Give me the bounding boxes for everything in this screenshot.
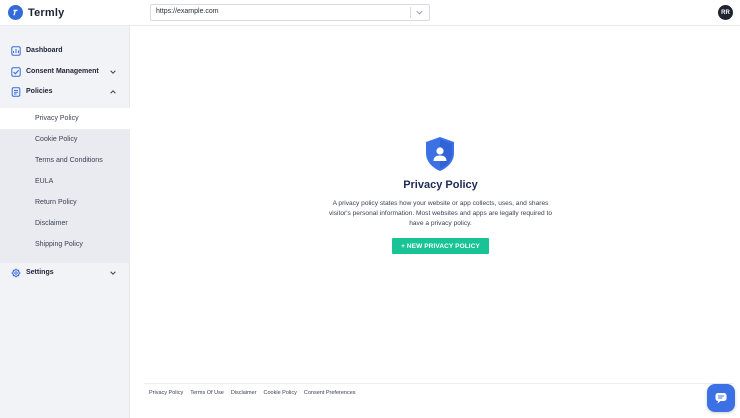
sidebar-item-label: Consent Management [26,68,99,75]
page-title: Privacy Policy [403,179,478,191]
footer-link-consent-preferences[interactable]: Consent Preferences [304,390,356,396]
sidebar-item-label: Settings [26,269,54,276]
sidebar-subitem-terms-and-conditions[interactable]: Terms and Conditions [0,150,130,171]
sidebar-subitem-label: Shipping Policy [35,241,83,248]
chat-bubble-icon [715,393,727,404]
new-privacy-policy-button[interactable]: + NEW PRIVACY POLICY [392,238,489,254]
avatar-initials: RR [721,9,730,16]
sidebar-subitem-disclaimer[interactable]: Disclaimer [0,213,130,234]
chat-widget-button[interactable] [707,384,735,412]
brand-name: Termly [28,6,65,19]
sidebar-item-label: Dashboard [26,47,63,54]
sidebar-subitem-label: Privacy Policy [35,115,79,122]
policies-submenu: Privacy Policy Cookie Policy Terms and C… [0,108,130,263]
select-divider [410,7,411,18]
footer: Privacy Policy Terms Of Use Disclaimer C… [144,383,734,403]
footer-link-terms-of-use[interactable]: Terms Of Use [190,390,224,396]
chevron-down-icon[interactable] [109,269,117,277]
sidebar-subitem-label: Cookie Policy [35,136,78,143]
footer-link-disclaimer[interactable]: Disclaimer [231,390,257,396]
shield-user-icon [426,137,454,171]
main-content: Privacy Policy A privacy policy states h… [131,27,740,418]
user-avatar[interactable]: RR [718,5,733,20]
sidebar-subitem-privacy-policy[interactable]: Privacy Policy [0,108,130,129]
sidebar-subitem-label: EULA [35,178,54,185]
sidebar-subitem-shipping-policy[interactable]: Shipping Policy [0,234,130,255]
page-description: A privacy policy states how your website… [329,200,552,227]
top-bar: Termly https://example.com RR [0,0,740,26]
brand-logo[interactable]: Termly [8,5,64,20]
sidebar-subitem-return-policy[interactable]: Return Policy [0,192,130,213]
document-icon [11,87,21,97]
gear-icon [11,268,21,278]
sidebar-item-settings[interactable]: Settings [0,263,130,283]
website-url-value: https://example.com [156,8,219,15]
sidebar-item-label: Policies [26,88,53,95]
sidebar-subitem-label: Terms and Conditions [35,157,103,164]
sidebar-subitem-label: Disclaimer [35,220,68,227]
footer-link-privacy-policy[interactable]: Privacy Policy [149,390,183,396]
sidebar-item-policies[interactable]: Policies [0,82,130,102]
dashboard-icon [11,46,21,56]
chevron-down-icon[interactable] [109,68,117,76]
chevron-up-icon[interactable] [109,88,117,96]
sidebar: Dashboard Consent Management Policies Pr… [0,26,130,418]
new-privacy-policy-button-label: + NEW PRIVACY POLICY [401,242,480,250]
footer-links: Privacy Policy Terms Of Use Disclaimer C… [149,390,363,396]
sidebar-subitem-eula[interactable]: EULA [0,171,130,192]
footer-link-cookie-policy[interactable]: Cookie Policy [264,390,297,396]
sidebar-item-dashboard[interactable]: Dashboard [0,41,130,61]
chevron-down-icon[interactable] [415,8,424,17]
sidebar-item-consent-management[interactable]: Consent Management [0,62,130,82]
sidebar-subitem-label: Return Policy [35,199,77,206]
termly-logo-icon [8,5,23,20]
website-url-select[interactable]: https://example.com [150,4,430,21]
check-square-icon [11,67,21,77]
sidebar-subitem-cookie-policy[interactable]: Cookie Policy [0,129,130,150]
